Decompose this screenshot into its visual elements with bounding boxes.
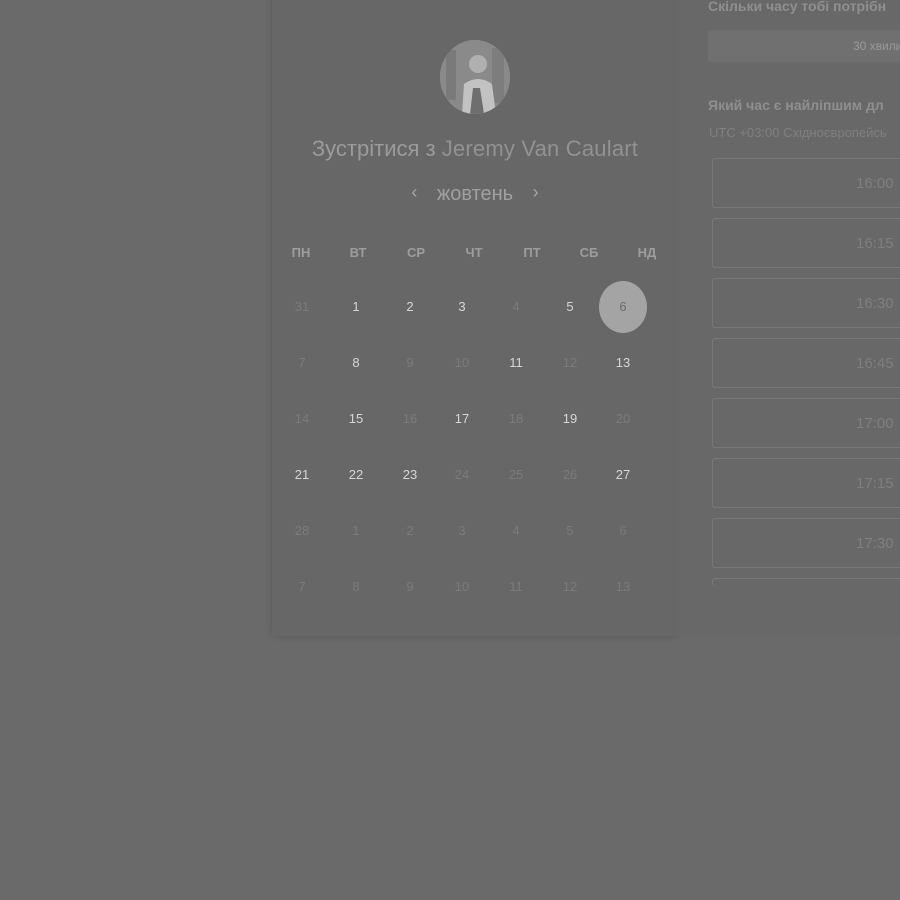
calendar-day[interactable]: 1 <box>336 297 376 317</box>
time-slot-button[interactable] <box>712 578 900 586</box>
calendar-day: 28 <box>294 523 310 538</box>
title-prefix: Зустрітися з <box>311 136 436 161</box>
time-slot-button[interactable]: 16:30 <box>712 278 900 328</box>
calendar-day[interactable]: 21 <box>282 465 322 485</box>
time-slot-button[interactable]: 16:45 <box>712 338 900 388</box>
calendar-day: 9 <box>406 355 414 370</box>
calendar-day: 1 <box>352 523 360 538</box>
time-slot-button[interactable]: 16:15 <box>712 218 900 268</box>
time-slot-button[interactable]: 17:30 <box>712 518 900 568</box>
calendar-day: 12 <box>562 355 578 370</box>
month-label: жовтень <box>436 183 514 205</box>
calendar-day: 2 <box>406 523 414 538</box>
chevron-left-icon[interactable]: ‹ <box>397 182 431 203</box>
calendar-day: 12 <box>562 579 578 594</box>
weekday-label: ПН <box>291 245 311 260</box>
time-slot-label: 16:45 <box>856 355 894 372</box>
calendar-day: 4 <box>512 523 520 538</box>
duration-select[interactable]: 30 хвили <box>708 30 900 62</box>
time-slot-button[interactable]: 17:15 <box>712 458 900 508</box>
calendar-day: 31 <box>294 299 310 314</box>
time-slot-button[interactable]: 16:00 <box>712 158 900 208</box>
chevron-right-icon[interactable]: › <box>519 182 553 203</box>
calendar-day[interactable]: 19 <box>550 409 590 429</box>
person-photo-icon <box>440 40 510 114</box>
calendar-day: 8 <box>352 579 360 594</box>
calendar-day[interactable]: 15 <box>336 409 376 429</box>
booking-page: Зустрітися з Jeremy Van Caulart ‹ жовтен… <box>0 0 900 900</box>
calendar-day[interactable]: 3 <box>442 297 482 317</box>
month-navigation: ‹ жовтень › <box>272 182 678 206</box>
calendar-day: 24 <box>454 467 470 482</box>
weekday-label: СБ <box>579 245 599 260</box>
time-slot-label: 17:00 <box>856 415 894 432</box>
calendar-day[interactable]: 23 <box>390 465 430 485</box>
duration-value: 30 хвили <box>853 39 900 53</box>
time-slot-label: 16:00 <box>856 175 894 192</box>
weekday-label: НД <box>637 245 657 260</box>
duration-question: Скільки часу тобі потрібн <box>708 0 887 14</box>
weekday-label: ЧТ <box>465 245 483 260</box>
weekday-label: ВТ <box>349 245 367 260</box>
time-slot-label: 16:30 <box>856 295 894 312</box>
host-name: Jeremy Van Caulart <box>441 136 639 161</box>
page-title: Зустрітися з Jeremy Van Caulart <box>272 136 678 162</box>
calendar-day: 18 <box>508 411 524 426</box>
calendar-day: 4 <box>512 299 520 314</box>
calendar-day: 20 <box>615 411 631 426</box>
calendar-day: 5 <box>566 523 574 538</box>
calendar-day: 26 <box>562 467 578 482</box>
calendar-day: 11 <box>509 579 523 594</box>
calendar-day: 10 <box>454 355 470 370</box>
time-slot-label: 16:15 <box>856 235 894 252</box>
calendar-day: 16 <box>402 411 418 426</box>
calendar-day: 7 <box>298 579 306 594</box>
calendar-day[interactable]: 13 <box>603 353 643 373</box>
time-slot-label: 17:15 <box>856 475 894 492</box>
host-avatar <box>440 40 510 114</box>
calendar-day: 9 <box>406 579 414 594</box>
calendar-day: 13 <box>615 579 631 594</box>
calendar-day[interactable]: 5 <box>550 297 590 317</box>
calendar-day: 14 <box>294 411 310 426</box>
calendar-day[interactable]: 8 <box>336 353 376 373</box>
calendar-day: 25 <box>508 467 524 482</box>
weekday-label: СР <box>406 245 426 260</box>
calendar-day[interactable]: 22 <box>336 465 376 485</box>
timezone-label[interactable]: UTC +03:00 Східноєвропейсь <box>709 125 887 140</box>
time-question: Який час є найліпшим дл <box>708 97 884 113</box>
calendar-day: 3 <box>458 523 466 538</box>
weekday-label: ПТ <box>523 245 541 260</box>
calendar-day[interactable]: 27 <box>603 465 643 485</box>
calendar-day: 10 <box>454 579 470 594</box>
calendar-day[interactable]: 11 <box>496 353 536 373</box>
time-slot-button[interactable]: 17:00 <box>712 398 900 448</box>
calendar-day[interactable]: 17 <box>442 409 482 429</box>
time-slot-label: 17:30 <box>856 535 894 552</box>
calendar-day-selected[interactable]: 6 <box>603 297 643 317</box>
calendar-day: 7 <box>298 355 306 370</box>
calendar-day[interactable]: 2 <box>390 297 430 317</box>
calendar-day: 6 <box>619 523 627 538</box>
